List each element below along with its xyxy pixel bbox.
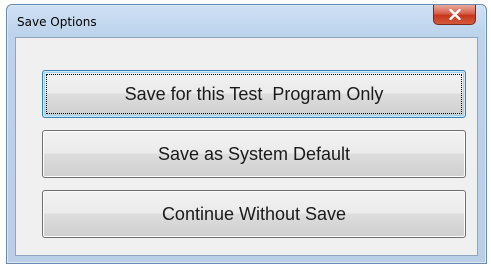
save-as-system-default-label: Save as System Default — [157, 143, 351, 164]
dialog-title: Save Options — [17, 15, 97, 29]
dialog-content: Save for this Test Program Only Save as … — [15, 37, 478, 256]
save-as-system-default-button[interactable]: Save as System Default — [42, 130, 466, 178]
save-for-test-program-label: Save for this Test Program Only — [124, 83, 384, 104]
save-options-dialog: Save Options Save for this Test Program … — [6, 4, 487, 264]
close-icon — [448, 9, 461, 20]
save-for-test-program-button[interactable]: Save for this Test Program Only — [42, 70, 466, 118]
title-bar[interactable]: Save Options — [7, 5, 486, 37]
close-button[interactable] — [433, 5, 476, 25]
continue-without-save-label: Continue Without Save — [161, 203, 347, 224]
continue-without-save-button[interactable]: Continue Without Save — [42, 190, 466, 238]
